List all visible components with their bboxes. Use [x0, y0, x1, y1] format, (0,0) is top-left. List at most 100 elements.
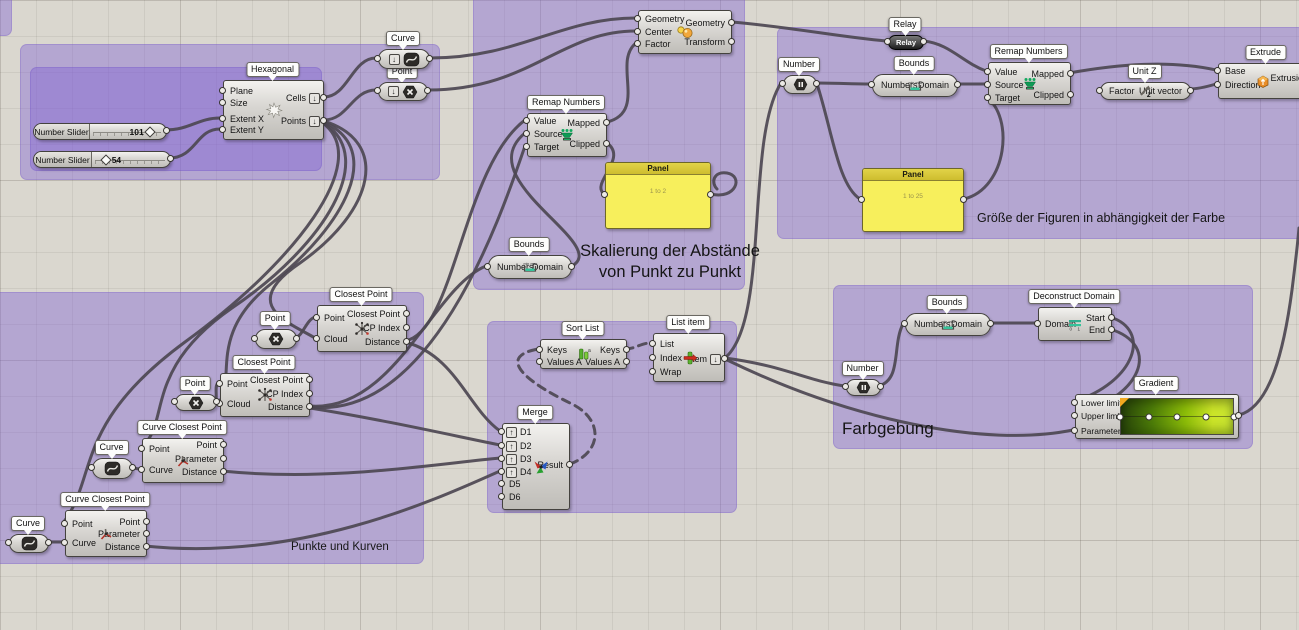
node-deconstruct-domain[interactable]: DomainStartEnd01 — [1038, 307, 1112, 341]
input-port-point-param-1[interactable] — [251, 335, 258, 342]
node-remap-mid[interactable]: ValueSourceTargetMappedClipped — [527, 113, 607, 157]
output-port-hexagonal[interactable] — [320, 117, 327, 124]
access-tag-icon[interactable]: ↑ — [506, 454, 517, 465]
output-port-panel-mid[interactable] — [707, 191, 714, 198]
output-port-curve-param-1[interactable] — [129, 464, 136, 471]
input-port-list-item[interactable] — [649, 354, 656, 361]
number-slider[interactable]: Number Slider54 — [33, 151, 171, 168]
output-port-number-slider-1[interactable] — [163, 127, 170, 134]
output-port-merge[interactable] — [566, 461, 573, 468]
output-port-point-param-2[interactable] — [213, 398, 220, 405]
input-port-curve-closest-point-1[interactable] — [138, 466, 145, 473]
input-port-number-br[interactable] — [842, 383, 849, 390]
input-port-gradient[interactable] — [1071, 399, 1078, 406]
input-port-scale[interactable] — [634, 28, 641, 35]
node-hexagonal[interactable]: PlaneSizeExtent XExtent YCells↓Points↓ — [223, 80, 324, 140]
input-port-curve-param-2[interactable] — [5, 539, 12, 546]
node-remap-tr[interactable]: ValueSourceTargetMappedClipped — [988, 62, 1071, 105]
panel-title[interactable]: Panel — [863, 169, 963, 181]
output-port-curve-closest-point-1[interactable] — [220, 455, 227, 462]
node-closest-point-1[interactable]: PointCloudClosest PointCP IndexDistance — [317, 305, 407, 352]
input-port-point-param-top[interactable] — [374, 87, 381, 94]
output-port-number-br[interactable] — [877, 383, 884, 390]
input-port-gradient[interactable] — [1071, 412, 1078, 419]
output-port-curve-closest-point-2[interactable] — [143, 530, 150, 537]
input-port-curve-closest-point-2[interactable] — [61, 520, 68, 527]
input-port-sort-list[interactable] — [536, 358, 543, 365]
input-port-remap-mid[interactable] — [523, 117, 530, 124]
output-port-remap-mid[interactable] — [603, 140, 610, 147]
panel-panel-mid[interactable]: Panel1 to 2 — [605, 162, 711, 229]
input-port-bounds-br[interactable] — [901, 320, 908, 327]
output-port-closest-point-2[interactable] — [306, 376, 313, 383]
output-port-curve-closest-point-1[interactable] — [220, 441, 227, 448]
output-port-sort-list[interactable] — [623, 358, 630, 365]
input-port-bounds-mid[interactable] — [484, 263, 491, 270]
input-port-closest-point-1[interactable] — [313, 335, 320, 342]
gradient-grip[interactable] — [1117, 413, 1124, 420]
panel-panel-tr[interactable]: Panel1 to 25 — [862, 168, 964, 232]
input-port-sort-list[interactable] — [536, 346, 543, 353]
access-tag-icon[interactable]: ↑ — [506, 441, 517, 452]
input-port-remap-tr[interactable] — [984, 94, 991, 101]
output-port-remap-tr[interactable] — [1067, 70, 1074, 77]
node-extrude[interactable]: BaseDirectionExtrusion — [1218, 63, 1299, 99]
input-port-hexagonal[interactable] — [219, 99, 226, 106]
input-port-curve-param-top[interactable] — [374, 55, 381, 62]
number-slider[interactable]: Number Slider101 — [33, 123, 167, 140]
node-curve-closest-point-2[interactable]: PointCurvePointParameterDistance — [65, 510, 147, 557]
output-port-remap-tr[interactable] — [1067, 91, 1074, 98]
output-port-deconstruct-domain[interactable] — [1108, 314, 1115, 321]
input-port-remap-tr[interactable] — [984, 81, 991, 88]
input-port-bounds-tr[interactable] — [868, 81, 875, 88]
access-tag-icon[interactable]: ↓ — [710, 354, 721, 365]
output-port-remap-mid[interactable] — [603, 119, 610, 126]
output-port-panel-tr[interactable] — [960, 196, 967, 203]
input-port-scale[interactable] — [634, 15, 641, 22]
input-port-closest-point-1[interactable] — [313, 314, 320, 321]
gradient-grip[interactable] — [1145, 413, 1152, 420]
gradient-grip[interactable] — [1174, 413, 1181, 420]
input-port-list-item[interactable] — [649, 368, 656, 375]
grasshopper-canvas[interactable]: Skalierung der Abstände von Punkt zu Pun… — [0, 0, 1299, 630]
output-port-scale[interactable] — [728, 38, 735, 45]
input-port-gradient[interactable] — [1071, 427, 1078, 434]
input-port-curve-closest-point-1[interactable] — [138, 445, 145, 452]
access-tag-icon[interactable]: ↓ — [309, 116, 320, 127]
node-gradient[interactable]: Lower limitUpper limitParameter — [1075, 394, 1239, 439]
output-port-closest-point-2[interactable] — [306, 403, 313, 410]
input-port-merge[interactable] — [498, 468, 505, 475]
output-port-curve-param-top[interactable] — [426, 55, 433, 62]
output-port-point-param-top[interactable] — [424, 87, 431, 94]
input-port-panel-mid[interactable] — [601, 191, 608, 198]
input-port-extrude[interactable] — [1214, 81, 1221, 88]
input-port-extrude[interactable] — [1214, 67, 1221, 74]
input-port-merge[interactable] — [498, 480, 505, 487]
output-port-closest-point-1[interactable] — [403, 310, 410, 317]
output-port-curve-param-2[interactable] — [45, 539, 52, 546]
input-port-relay[interactable] — [884, 38, 891, 45]
access-tag-icon[interactable]: ↑ — [506, 427, 517, 438]
output-port-number-slider-2[interactable] — [167, 155, 174, 162]
input-port-deconstruct-domain[interactable] — [1034, 320, 1041, 327]
access-tag-icon[interactable]: ↓ — [309, 93, 320, 104]
input-port-point-param-2[interactable] — [171, 398, 178, 405]
input-port-merge[interactable] — [498, 455, 505, 462]
node-list-item[interactable]: ListIndexWrapItem↓ — [653, 333, 725, 382]
input-port-scale[interactable] — [634, 40, 641, 47]
input-port-remap-tr[interactable] — [984, 68, 991, 75]
input-port-hexagonal[interactable] — [219, 115, 226, 122]
access-tag-icon[interactable]: ↓ — [389, 54, 400, 65]
gradient-grip[interactable] — [1202, 413, 1209, 420]
access-tag-icon[interactable]: ↑ — [506, 467, 517, 478]
output-port-unit-z[interactable] — [1187, 87, 1194, 94]
output-port-closest-point-2[interactable] — [306, 390, 313, 397]
output-port-hexagonal[interactable] — [320, 94, 327, 101]
node-closest-point-2[interactable]: PointCloudClosest PointCP IndexDistance — [220, 373, 310, 417]
input-port-hexagonal[interactable] — [219, 87, 226, 94]
output-port-list-item[interactable] — [721, 355, 728, 362]
input-port-merge[interactable] — [498, 442, 505, 449]
output-port-bounds-br[interactable] — [987, 320, 994, 327]
output-port-bounds-tr[interactable] — [954, 81, 961, 88]
input-port-unit-z[interactable] — [1096, 87, 1103, 94]
